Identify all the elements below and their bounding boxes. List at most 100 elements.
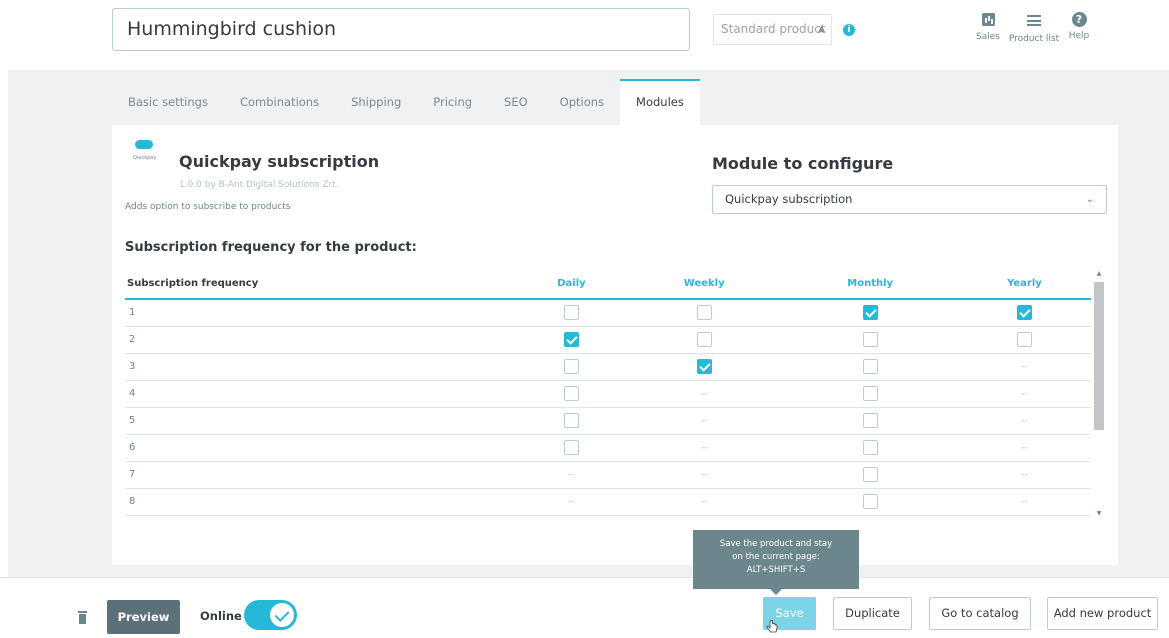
- weekly-checkbox[interactable]: [696, 305, 712, 321]
- tab-basic-settings[interactable]: Basic settings: [112, 79, 224, 125]
- online-toggle[interactable]: [244, 600, 297, 630]
- monthly-checkbox[interactable]: [862, 467, 878, 482]
- daily-checkbox[interactable]: [563, 305, 579, 321]
- table-cell-yearly: [957, 299, 1091, 327]
- product-list-link[interactable]: Product list: [1006, 12, 1062, 44]
- monthly-checkbox[interactable]: [862, 386, 878, 401]
- daily-checkbox[interactable]: [563, 413, 579, 428]
- frequency-value: 7: [125, 461, 517, 489]
- hand-cursor-icon: [766, 620, 778, 633]
- table-cell-monthly: [782, 326, 958, 354]
- monthly-checkbox[interactable]: [862, 332, 878, 347]
- table-cell-daily: [517, 434, 626, 462]
- monthly-checkbox[interactable]: [862, 440, 878, 455]
- module-logo-text: Quickpay: [133, 155, 157, 161]
- not-available-text: --: [568, 470, 575, 480]
- sales-link[interactable]: Sales: [973, 12, 1003, 42]
- frequency-value: 3: [125, 353, 517, 381]
- table-cell-yearly: --: [957, 353, 1091, 381]
- table-cell-weekly: [625, 353, 783, 381]
- help-label: Help: [1068, 31, 1090, 41]
- daily-checkbox[interactable]: [563, 332, 579, 347]
- yearly-checkbox[interactable]: [1016, 305, 1032, 321]
- table-cell-daily: [517, 299, 626, 327]
- save-tooltip: Save the product and stay on the current…: [693, 530, 859, 595]
- module-configure-value: Quickpay subscription: [725, 192, 853, 206]
- product-type-value: Standard product: [721, 22, 826, 36]
- info-icon[interactable]: i: [843, 24, 855, 36]
- column-header-yearly: Yearly: [957, 268, 1091, 300]
- table-row: 3 --: [125, 353, 1091, 381]
- table-row: 5 -- --: [125, 407, 1091, 435]
- weekly-checkbox[interactable]: [696, 359, 712, 374]
- product-tabs: Basic settings Combinations Shipping Pri…: [112, 79, 700, 125]
- table-cell-yearly: --: [957, 380, 1091, 408]
- tab-options[interactable]: Options: [544, 79, 620, 125]
- table-cell-daily: --: [517, 488, 626, 516]
- table-cell-yearly: --: [957, 407, 1091, 435]
- monthly-checkbox[interactable]: [862, 413, 878, 428]
- weekly-checkbox[interactable]: [696, 332, 712, 347]
- help-icon: ?: [1071, 12, 1087, 27]
- column-header-daily: Daily: [517, 268, 626, 300]
- help-link[interactable]: ? Help: [1064, 12, 1094, 41]
- table-cell-weekly: --: [625, 434, 783, 462]
- preview-button[interactable]: Preview: [107, 600, 180, 634]
- table-cell-weekly: [625, 326, 783, 354]
- trash-icon[interactable]: [78, 611, 87, 624]
- tab-combinations[interactable]: Combinations: [224, 79, 335, 125]
- tab-seo[interactable]: SEO: [488, 79, 544, 125]
- tab-pricing[interactable]: Pricing: [417, 79, 488, 125]
- table-cell-weekly: --: [625, 380, 783, 408]
- sales-label: Sales: [976, 32, 1000, 42]
- add-new-product-button[interactable]: Add new product: [1047, 597, 1158, 630]
- product-type-select[interactable]: Standard product ▲︎: [713, 14, 832, 45]
- module-configure-title: Module to configure: [712, 154, 894, 173]
- not-available-text: --: [1021, 497, 1028, 507]
- table-cell-weekly: --: [625, 407, 783, 435]
- not-available-text: --: [1021, 416, 1028, 426]
- duplicate-button[interactable]: Duplicate: [833, 597, 912, 630]
- frequency-table: Subscription frequency Daily Weekly Mont…: [125, 268, 1091, 520]
- tab-modules[interactable]: Modules: [620, 79, 700, 125]
- go-to-catalog-button[interactable]: Go to catalog: [929, 597, 1031, 630]
- table-cell-weekly: --: [625, 488, 783, 516]
- table-cell-monthly: [782, 299, 958, 327]
- table-cell-weekly: --: [625, 461, 783, 489]
- table-header-row: Subscription frequency Daily Weekly Mont…: [125, 268, 1091, 300]
- table-scrollbar[interactable]: ▲ ▼: [1093, 268, 1105, 520]
- monthly-checkbox[interactable]: [862, 359, 878, 374]
- scroll-down-icon[interactable]: ▼: [1093, 508, 1105, 520]
- not-available-text: --: [700, 389, 708, 399]
- monthly-checkbox[interactable]: [862, 305, 878, 321]
- module-configure-select[interactable]: Quickpay subscription ⌄: [712, 185, 1107, 214]
- not-available-text: --: [1021, 443, 1028, 453]
- table-cell-monthly: [782, 380, 958, 408]
- table-row: 2: [125, 326, 1091, 354]
- table-row: 6 -- --: [125, 434, 1091, 462]
- scroll-up-icon[interactable]: ▲: [1093, 268, 1105, 280]
- tooltip-line: Save the product and stay: [719, 539, 833, 549]
- frequency-value: 8: [125, 488, 517, 516]
- daily-checkbox[interactable]: [563, 386, 579, 401]
- daily-checkbox[interactable]: [563, 359, 579, 374]
- tooltip-shortcut: ALT+SHIFT+S: [746, 565, 806, 575]
- table-cell-yearly: --: [957, 488, 1091, 516]
- scroll-thumb[interactable]: [1094, 282, 1104, 430]
- table-cell-yearly: --: [957, 461, 1091, 489]
- tab-shipping[interactable]: Shipping: [335, 79, 417, 125]
- daily-checkbox[interactable]: [563, 440, 579, 455]
- list-icon: [1027, 15, 1041, 26]
- table-cell-monthly: [782, 461, 958, 489]
- table-cell-monthly: [782, 434, 958, 462]
- yearly-checkbox[interactable]: [1016, 332, 1032, 347]
- product-name-input[interactable]: Hummingbird cushion: [112, 8, 690, 51]
- not-available-text: --: [700, 470, 708, 480]
- module-version: 1.0.0 by B-Ant Digital Solutions Zrt.: [179, 180, 339, 190]
- not-available-text: --: [1021, 362, 1028, 372]
- monthly-checkbox[interactable]: [862, 494, 878, 509]
- sales-chart-icon: [981, 13, 995, 26]
- module-title: Quickpay subscription: [179, 152, 380, 171]
- table-cell-daily: [517, 380, 626, 408]
- table-cell-monthly: [782, 407, 958, 435]
